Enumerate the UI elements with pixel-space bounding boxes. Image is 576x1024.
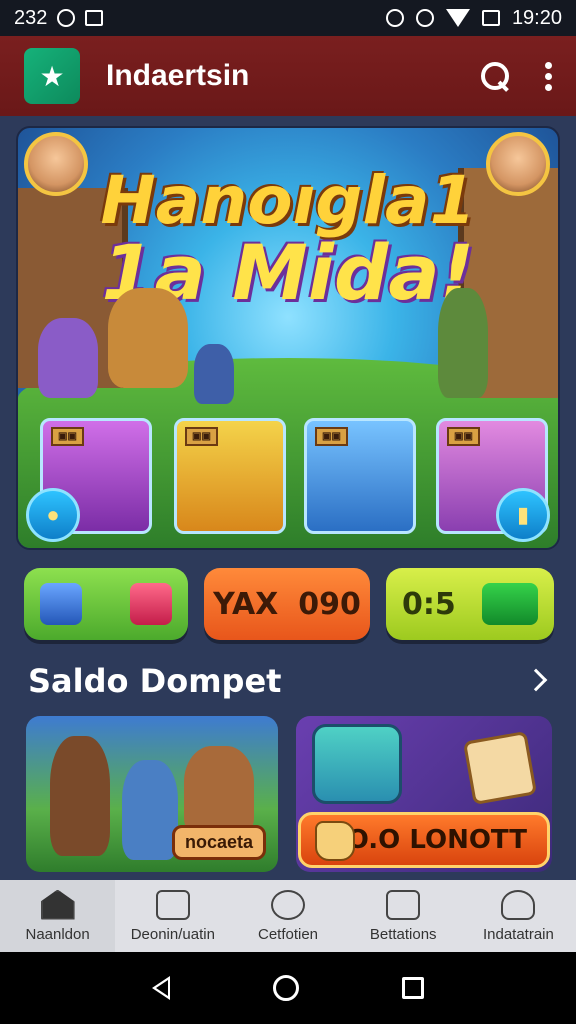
promo-card-left[interactable]: nocaeta bbox=[26, 716, 278, 872]
nav-label: Cetfotien bbox=[257, 925, 319, 943]
nav-item-chest[interactable]: Deonin/uatin bbox=[115, 880, 230, 952]
system-nav-bar bbox=[0, 952, 576, 1024]
app-bar: ★ Indaertsin bbox=[0, 36, 576, 116]
nav-item-home[interactable]: Naanldon bbox=[0, 880, 116, 952]
cash-label: 0:5 bbox=[402, 586, 456, 622]
home-button-icon[interactable] bbox=[272, 975, 299, 1001]
section-title: Saldo Dompet bbox=[28, 662, 282, 700]
hand-icon bbox=[315, 821, 355, 861]
game-card-tag: ▣▣ bbox=[315, 427, 348, 446]
explorer-character bbox=[438, 288, 488, 398]
home-icon bbox=[40, 889, 75, 920]
promo-card-right[interactable]: EO.O LONOTT bbox=[296, 716, 552, 872]
game-card-tag: ▣▣ bbox=[51, 427, 84, 446]
vibrate-icon bbox=[415, 9, 434, 27]
notification-icon bbox=[57, 9, 76, 27]
game-card-2[interactable]: ▣▣ bbox=[174, 418, 286, 534]
status-bar: 232 19:20 bbox=[0, 0, 576, 36]
status-time-right: 19:20 bbox=[511, 6, 562, 29]
nav-label: Naanldon bbox=[25, 925, 90, 943]
cash-icon bbox=[482, 583, 538, 625]
game-card-3[interactable]: ▣▣ bbox=[304, 418, 416, 534]
signal-icon bbox=[445, 9, 470, 27]
more-options-icon[interactable] bbox=[545, 61, 552, 91]
hero-banner[interactable]: Hanoıgla1 1a Mida! ▣▣ ▣▣ ▣▣ ▣▣ ● ▮ bbox=[16, 126, 560, 550]
puzzle-icon bbox=[386, 889, 421, 920]
battery-icon bbox=[481, 10, 500, 26]
nav-item-user[interactable]: Indatatrain bbox=[461, 880, 576, 952]
gems-button[interactable] bbox=[24, 568, 188, 640]
alarm-icon bbox=[385, 9, 404, 27]
claim-button[interactable]: EO.O LONOTT bbox=[298, 812, 550, 868]
user-icon bbox=[501, 889, 536, 920]
app-logo-icon[interactable]: ★ bbox=[24, 48, 80, 104]
reward-icon[interactable]: ● bbox=[26, 488, 80, 542]
nav-label: Indatatrain bbox=[482, 925, 554, 943]
gem-icon bbox=[40, 583, 82, 625]
coins-label: YAX bbox=[213, 586, 279, 622]
status-time-left: 232 bbox=[14, 6, 48, 29]
image-notification-icon bbox=[85, 10, 104, 26]
game-card-tag: ▣▣ bbox=[447, 427, 480, 446]
recent-apps-icon[interactable] bbox=[402, 977, 425, 999]
face-icon bbox=[271, 889, 305, 920]
bag-icon[interactable]: ▮ bbox=[496, 488, 550, 542]
nav-label: Deonin/uatin bbox=[130, 925, 215, 943]
kid-character bbox=[194, 344, 234, 404]
toolbox-icon bbox=[312, 724, 402, 804]
nav-label: Bettations bbox=[369, 925, 437, 943]
back-icon[interactable] bbox=[151, 976, 170, 1000]
bear-character bbox=[184, 746, 254, 836]
game-card-tag: ▣▣ bbox=[185, 427, 218, 446]
cash-button[interactable]: 0:5 bbox=[386, 568, 554, 640]
gift-box-icon bbox=[462, 730, 538, 806]
coins-value: 090 bbox=[298, 586, 361, 622]
coins-button[interactable]: YAX 090 bbox=[204, 568, 370, 640]
chest-icon bbox=[155, 889, 190, 920]
chevron-right-icon[interactable] bbox=[524, 668, 548, 692]
pirate-character bbox=[50, 736, 110, 856]
wizard-character bbox=[38, 318, 98, 398]
claim-button-label: EO.O LONOTT bbox=[329, 825, 527, 855]
nav-item-puzzle[interactable]: Bettations bbox=[346, 880, 461, 952]
nav-item-face[interactable]: Cetfotien bbox=[230, 880, 345, 952]
bottom-nav: Naanldon Deonin/uatin Cetfotien Bettatio… bbox=[0, 880, 576, 952]
chest-icon bbox=[130, 583, 172, 625]
search-icon[interactable] bbox=[481, 62, 509, 90]
promo-tag[interactable]: nocaeta bbox=[171, 825, 266, 860]
robot-character bbox=[108, 288, 188, 388]
app-title: Indaertsin bbox=[106, 59, 250, 92]
boy-character bbox=[122, 760, 178, 860]
